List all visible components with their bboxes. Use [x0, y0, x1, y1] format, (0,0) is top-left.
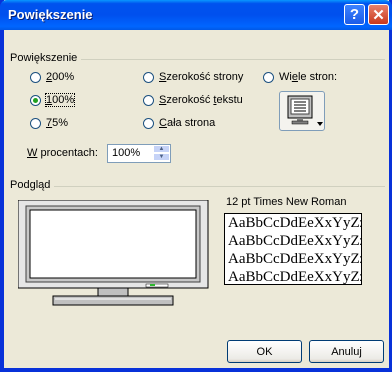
radio-100[interactable]: 100% — [30, 93, 76, 107]
sample-line: AaBbCcDdEeXxYyZz — [228, 251, 362, 267]
font-name-label: 12 pt Times New Roman — [226, 196, 347, 208]
sample-line: AaBbCcDdEeXxYyZz — [228, 269, 362, 285]
close-button[interactable]: ✕ — [368, 4, 389, 25]
arrow-down-icon: ▼ — [158, 154, 165, 160]
radio-200-indicator[interactable] — [30, 71, 41, 83]
percent-label: W procentach: — [27, 147, 98, 159]
spin-up-button[interactable]: ▲ — [153, 145, 170, 153]
help-button[interactable]: ? — [344, 4, 365, 25]
radio-100-label: 100% — [44, 93, 76, 107]
radio-whole-page[interactable]: Cała strona — [143, 117, 215, 129]
question-icon: ? — [349, 6, 360, 23]
many-pages-button[interactable] — [279, 91, 325, 131]
window-title: Powiększenie — [8, 7, 93, 22]
spin-down-button[interactable]: ▼ — [153, 153, 170, 161]
arrow-up-icon: ▲ — [158, 146, 165, 152]
radio-text-width-indicator[interactable] — [143, 94, 154, 106]
radio-75-indicator[interactable] — [30, 117, 41, 129]
radio-100-indicator[interactable] — [30, 94, 41, 106]
font-sample-box: AaBbCcDdEeXxYyZz AaBbCcDdEeXxYyZz AaBbCc… — [224, 213, 362, 285]
radio-75[interactable]: 75% — [30, 117, 68, 129]
preview-group-frame — [10, 186, 385, 187]
radio-text-width[interactable]: Szerokość tekstu — [143, 94, 243, 106]
radio-whole-page-indicator[interactable] — [143, 117, 154, 129]
radio-whole-page-label: Cała strona — [159, 117, 216, 129]
radio-page-width[interactable]: Szerokość strony — [143, 71, 243, 83]
monitor-preview — [17, 199, 210, 316]
percent-spinner[interactable]: ▲ ▼ — [153, 145, 170, 162]
preview-group-label: Podgląd — [10, 179, 55, 191]
sample-line: AaBbCcDdEeXxYyZz — [228, 233, 362, 249]
radio-200[interactable]: 200% — [30, 71, 74, 83]
preview-monitor-icon — [17, 199, 209, 306]
radio-page-width-indicator[interactable] — [143, 71, 154, 83]
monitor-icon — [287, 95, 323, 126]
cancel-button[interactable]: Anuluj — [309, 340, 384, 363]
radio-page-width-label: Szerokość strony — [159, 71, 244, 83]
zoom-group-label: Powiększenie — [10, 52, 82, 64]
radio-many-pages-indicator[interactable] — [263, 71, 274, 83]
title-bar[interactable]: Powiększenie ? ✕ — [0, 0, 392, 30]
radio-75-label: 75% — [46, 117, 69, 129]
close-icon: ✕ — [372, 6, 385, 24]
radio-200-label: 200% — [46, 71, 75, 83]
ok-button[interactable]: OK — [227, 340, 302, 363]
radio-many-pages-label: Wiele stron: — [279, 71, 338, 83]
radio-text-width-label: Szerokość tekstu — [159, 94, 243, 106]
radio-many-pages[interactable]: Wiele stron: — [263, 71, 337, 83]
sample-line: AaBbCcDdEeXxYyZz — [228, 215, 362, 231]
